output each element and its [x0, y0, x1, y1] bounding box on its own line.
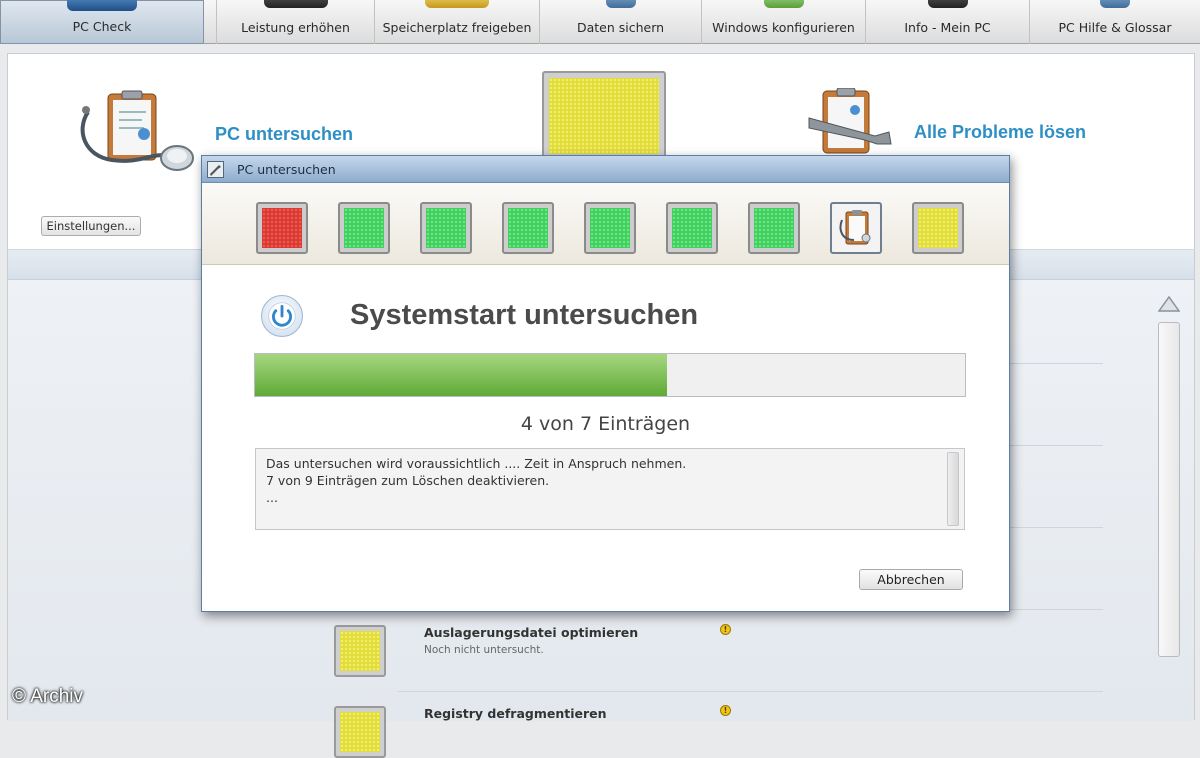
nav-label: Speicherplatz freigeben — [382, 20, 532, 35]
nav-daten-sichern[interactable]: Daten sichern — [539, 0, 701, 44]
step-indicator — [338, 202, 390, 254]
scan-dialog: PC untersuchen Systemstart untersuchen 4… — [201, 155, 1010, 612]
log-textarea[interactable]: Das untersuchen wird voraussichtlich ...… — [255, 448, 965, 530]
current-step-clipboard-icon — [830, 202, 882, 254]
nav-leistung[interactable]: Leistung erhöhen — [216, 0, 374, 44]
step-indicator — [748, 202, 800, 254]
nav-hilfe[interactable]: PC Hilfe & Glossar — [1029, 0, 1200, 44]
pc-check-icon — [67, 0, 137, 11]
row-status-indicator — [334, 706, 386, 758]
step-indicator — [912, 202, 964, 254]
clipboard-wrench-icon — [808, 88, 892, 154]
speedometer-icon — [263, 0, 328, 8]
wrench-icon — [207, 161, 224, 178]
scrollbar[interactable] — [1158, 322, 1180, 657]
nav-label: PC Hilfe & Glossar — [1058, 20, 1172, 35]
settings-button[interactable]: Einstellungen... — [41, 216, 141, 236]
scan-title[interactable]: PC untersuchen — [215, 124, 353, 145]
help-icon — [1100, 0, 1130, 8]
row-subtitle: Noch nicht untersucht. — [424, 644, 544, 656]
row-title: Auslagerungsdatei optimieren — [424, 625, 639, 640]
scroll-up-icon[interactable] — [1158, 294, 1180, 314]
nav-label: Leistung erhöhen — [241, 20, 350, 35]
progress-label: 4 von 7 Einträgen — [520, 413, 691, 435]
overall-status-indicator — [542, 71, 666, 161]
cancel-button[interactable]: Abbrechen — [859, 569, 963, 590]
row-divider — [398, 691, 1103, 692]
dialog-titlebar[interactable]: PC untersuchen — [202, 156, 1009, 183]
step-indicator — [584, 202, 636, 254]
backup-icon — [605, 0, 636, 8]
progress-bar — [254, 353, 966, 397]
current-step-heading: Systemstart untersuchen — [350, 299, 699, 331]
fix-all-title[interactable]: Alle Probleme lösen — [914, 122, 1086, 143]
nav-label: Daten sichern — [576, 20, 665, 35]
warning-icon: ! — [720, 624, 731, 635]
nav-pc-check[interactable]: PC Check — [0, 0, 204, 44]
main-navigation: PC Check Leistung erhöhen Speicherplatz … — [0, 0, 1200, 44]
dialog-title: PC untersuchen — [237, 162, 336, 177]
nav-label: Windows konfigurieren — [712, 20, 855, 35]
computer-icon — [927, 0, 968, 8]
nav-info[interactable]: Info - Mein PC — [865, 0, 1029, 44]
nav-label: PC Check — [72, 19, 132, 34]
nav-windows[interactable]: Windows konfigurieren — [701, 0, 865, 44]
step-indicator — [420, 202, 472, 254]
row-title: Registry defragmentieren — [424, 706, 607, 721]
step-indicator — [256, 202, 308, 254]
watermark: © Archiv — [12, 686, 84, 707]
power-icon — [261, 295, 303, 337]
step-indicator — [502, 202, 554, 254]
windows-icon — [763, 0, 804, 8]
step-indicator — [666, 202, 718, 254]
log-line: Das untersuchen wird voraussichtlich ...… — [266, 456, 687, 471]
row-status-indicator — [334, 625, 386, 677]
clipboard-stethoscope-icon — [80, 90, 194, 171]
log-line: 7 von 9 Einträgen zum Löschen deaktivier… — [266, 473, 550, 488]
log-scrollbar[interactable] — [947, 452, 959, 526]
nav-speicherplatz[interactable]: Speicherplatz freigeben — [374, 0, 539, 44]
log-line: ... — [266, 490, 278, 505]
nav-label: Info - Mein PC — [904, 20, 991, 35]
warning-icon: ! — [720, 705, 731, 716]
disk-icon — [425, 0, 489, 8]
progress-fill — [255, 354, 667, 396]
